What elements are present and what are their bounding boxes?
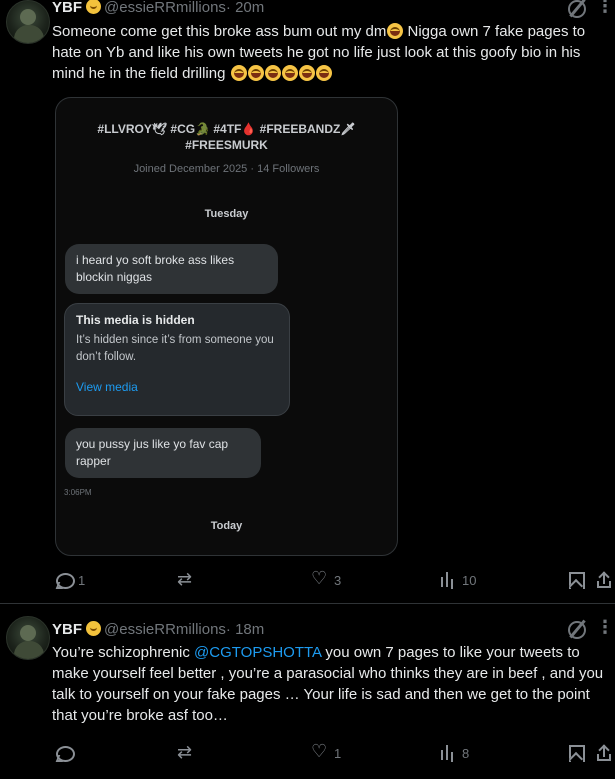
repost-icon [177,742,195,763]
grok-icon[interactable] [568,621,586,639]
message-bubble: i heard yo soft broke ass likes blockin … [65,244,278,294]
timestamp[interactable]: · 20m [226,0,264,16]
bookmark-icon [566,571,585,589]
laughing-emoji-icon [298,65,315,81]
laughing-emoji-icon [264,65,281,81]
like-count: 3 [334,572,342,588]
day-separator: Today [210,520,243,532]
display-name[interactable]: YBF [52,0,82,16]
hidden-media-card: This media is hidden It’s hidden since i… [64,303,290,416]
share-icon [595,571,613,589]
tweet-actions: 1 8 [0,741,615,766]
laughing-emoji-icon [230,65,247,81]
share-button[interactable] [595,744,615,762]
tweet-text-part: You’re schizophrenic [52,644,195,661]
bookmark-icon [566,744,585,762]
reply-button[interactable]: 1 [55,571,85,589]
bio-line: #FREESMURK [185,138,268,152]
view-media-link[interactable]: View media [76,380,138,394]
message-bubble: you pussy jus like yo fav cap rapper [65,428,261,478]
like-button[interactable]: 3 [311,568,342,589]
like-count: 1 [334,745,342,761]
tweet-text-part: Someone come get this broke ass bum out … [52,23,387,40]
handle[interactable]: @essieRRmillions [104,621,226,638]
like-icon [311,741,329,762]
share-icon [595,744,613,762]
attached-screenshot[interactable]: #LLVROY🕊 #CG🐊 #4TF🩸 #FREEBANDZ🗡 #FREESMU… [55,97,398,556]
share-button[interactable] [595,571,615,589]
hidden-media-title: This media is hidden [76,313,195,327]
mention-link[interactable]: @CGTOPSHOTTA [194,644,321,661]
message-time: 3:06PM [64,488,92,497]
views-button[interactable]: 10 [439,571,476,589]
profile-bio: #LLVROY🕊 #CG🐊 #4TF🩸 #FREEBANDZ🗡 #FREESMU… [56,121,397,153]
laughing-emoji-icon [281,65,298,81]
tweet-header: YBF @essieRRmillions· 18m [52,621,264,638]
handle[interactable]: @essieRRmillions [104,0,226,16]
tweet-1[interactable]: YBF @essieRRmillions· 20m ⋮ Someone come … [0,0,615,603]
avatar[interactable] [6,616,50,660]
grok-icon[interactable] [568,0,586,18]
like-button[interactable]: 1 [311,741,342,762]
joined-info: Joined December 2025 · 14 Followers [133,163,320,175]
views-icon [439,571,457,589]
view-count: 10 [462,572,477,588]
display-name[interactable]: YBF [52,621,82,638]
more-icon[interactable]: ⋮ [596,617,615,638]
repost-button[interactable] [177,569,200,590]
timestamp[interactable]: · 18m [226,621,264,638]
avatar[interactable] [6,0,50,44]
hidden-media-description: It’s hidden since it’s from someone you … [76,334,274,363]
reply-button[interactable] [55,744,78,762]
reply-count: 1 [78,572,86,588]
reply-icon [55,571,75,589]
bookmark-button[interactable] [566,744,589,762]
day-separator: Tuesday [204,208,249,220]
tweet-text: Someone come get this broke ass bum out … [52,21,612,84]
reply-icon [55,744,75,762]
like-icon [311,568,329,589]
verified-badge-icon [86,0,101,14]
tweet-actions: 1 3 10 [0,568,615,593]
laughing-emoji-icon [315,65,332,81]
tweet-text: You’re schizophrenic @CGTOPSHOTTA you ow… [52,642,612,726]
tweet-header: YBF @essieRRmillions· 20m [52,0,264,16]
bio-line: #LLVROY🕊 #CG🐊 #4TF🩸 #FREEBANDZ🗡 [97,122,356,136]
repost-button[interactable] [177,742,200,763]
more-icon[interactable]: ⋮ [596,0,615,17]
views-icon [439,744,457,762]
repost-icon [177,569,195,590]
laughing-emoji-icon [387,23,404,39]
bookmark-button[interactable] [566,571,589,589]
verified-badge-icon [86,621,101,636]
tweet-2[interactable]: YBF @essieRRmillions· 18m ⋮ You’re schizo… [0,604,615,779]
laughing-emoji-icon [247,65,264,81]
views-button[interactable]: 8 [439,744,469,762]
view-count: 8 [462,745,470,761]
